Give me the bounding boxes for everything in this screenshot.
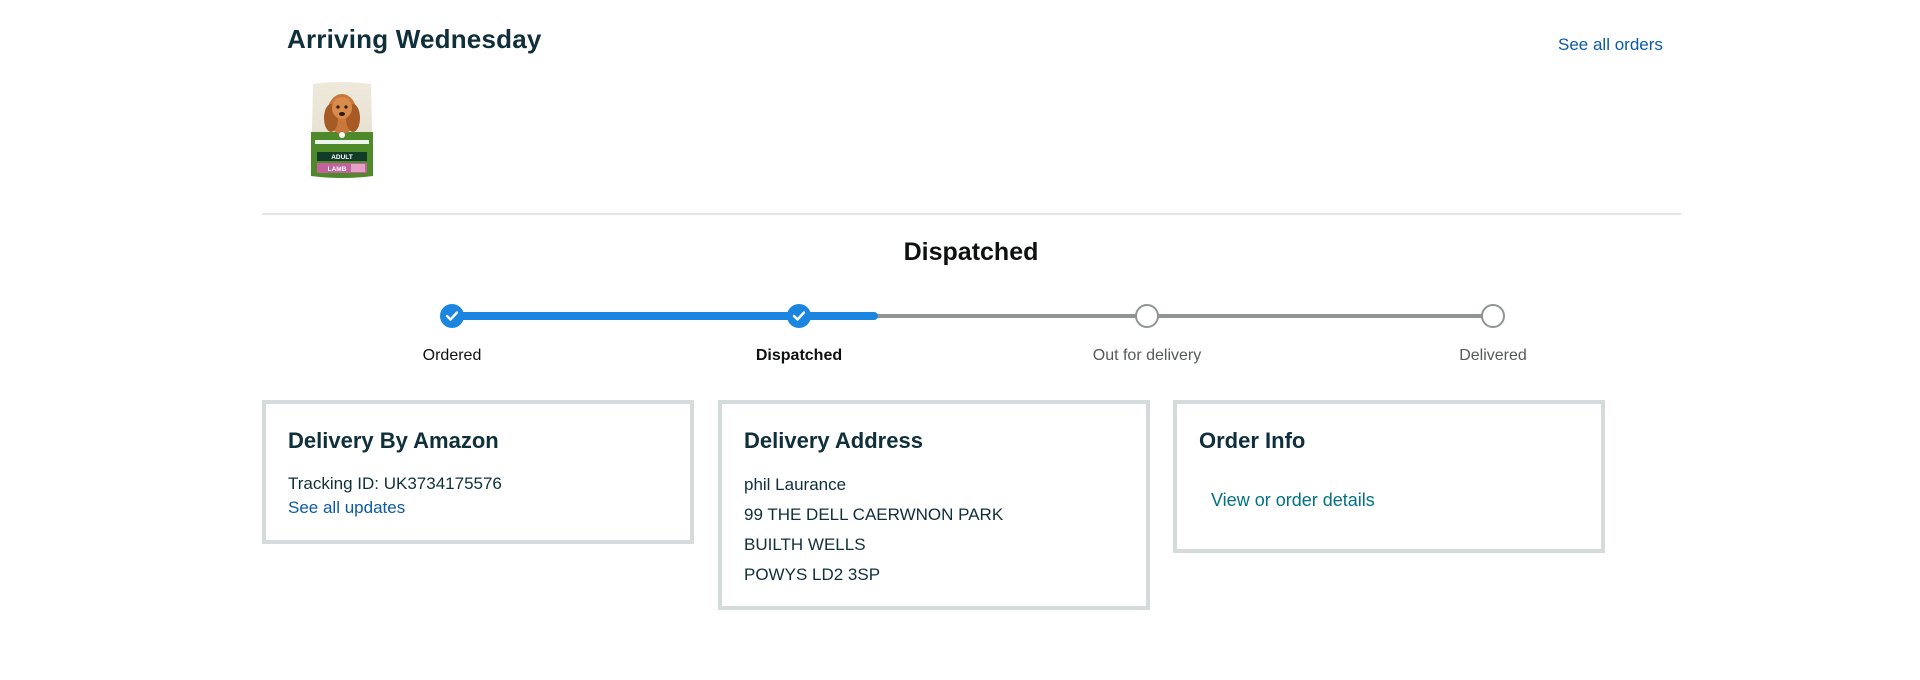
address-line-county-postcode: POWYS LD2 3SP	[744, 565, 881, 584]
delivery-card: Delivery By Amazon Tracking ID: UK373417…	[262, 400, 694, 544]
order-tracking-page: Arriving Wednesday See all orders ADULT …	[0, 0, 1920, 680]
step-label-ordered: Ordered	[422, 347, 482, 364]
address-card-title: Delivery Address	[744, 428, 923, 453]
step-label-dispatched: Dispatched	[755, 347, 843, 364]
progress-fill	[452, 312, 878, 320]
see-all-orders-link[interactable]: See all orders	[1558, 35, 1663, 55]
step-ordered-check-icon	[440, 304, 464, 328]
svg-text:ADULT: ADULT	[331, 154, 353, 161]
step-dispatched-check-icon	[787, 304, 811, 328]
step-label-out-for-delivery: Out for delivery	[1092, 347, 1202, 364]
view-order-details-link[interactable]: View or order details	[1211, 490, 1375, 511]
product-image[interactable]: ADULT LAMB	[307, 80, 377, 182]
delivery-address-card: Delivery Address phil Laurance 99 THE DE…	[718, 400, 1150, 610]
step-label-delivered: Delivered	[1459, 347, 1527, 364]
address-line-street: 99 THE DELL CAERWNON PARK	[744, 505, 1004, 524]
tracking-id: Tracking ID: UK3734175576	[288, 474, 502, 493]
address-line-name: phil Laurance	[744, 475, 847, 494]
order-info-title: Order Info	[1199, 428, 1306, 453]
svg-text:LAMB: LAMB	[328, 166, 347, 173]
arriving-title: Arriving Wednesday	[287, 24, 542, 54]
step-delivered-circle-icon	[1481, 304, 1505, 328]
shipment-status-title: Dispatched	[903, 238, 1039, 266]
section-divider	[262, 213, 1681, 215]
see-all-updates-link[interactable]: See all updates	[288, 498, 405, 518]
delivery-card-title: Delivery By Amazon	[288, 428, 499, 453]
order-info-card: Order Info View or order details	[1173, 400, 1605, 553]
address-line-town: BUILTH WELLS	[744, 535, 866, 554]
step-out-for-delivery-circle-icon	[1135, 304, 1159, 328]
